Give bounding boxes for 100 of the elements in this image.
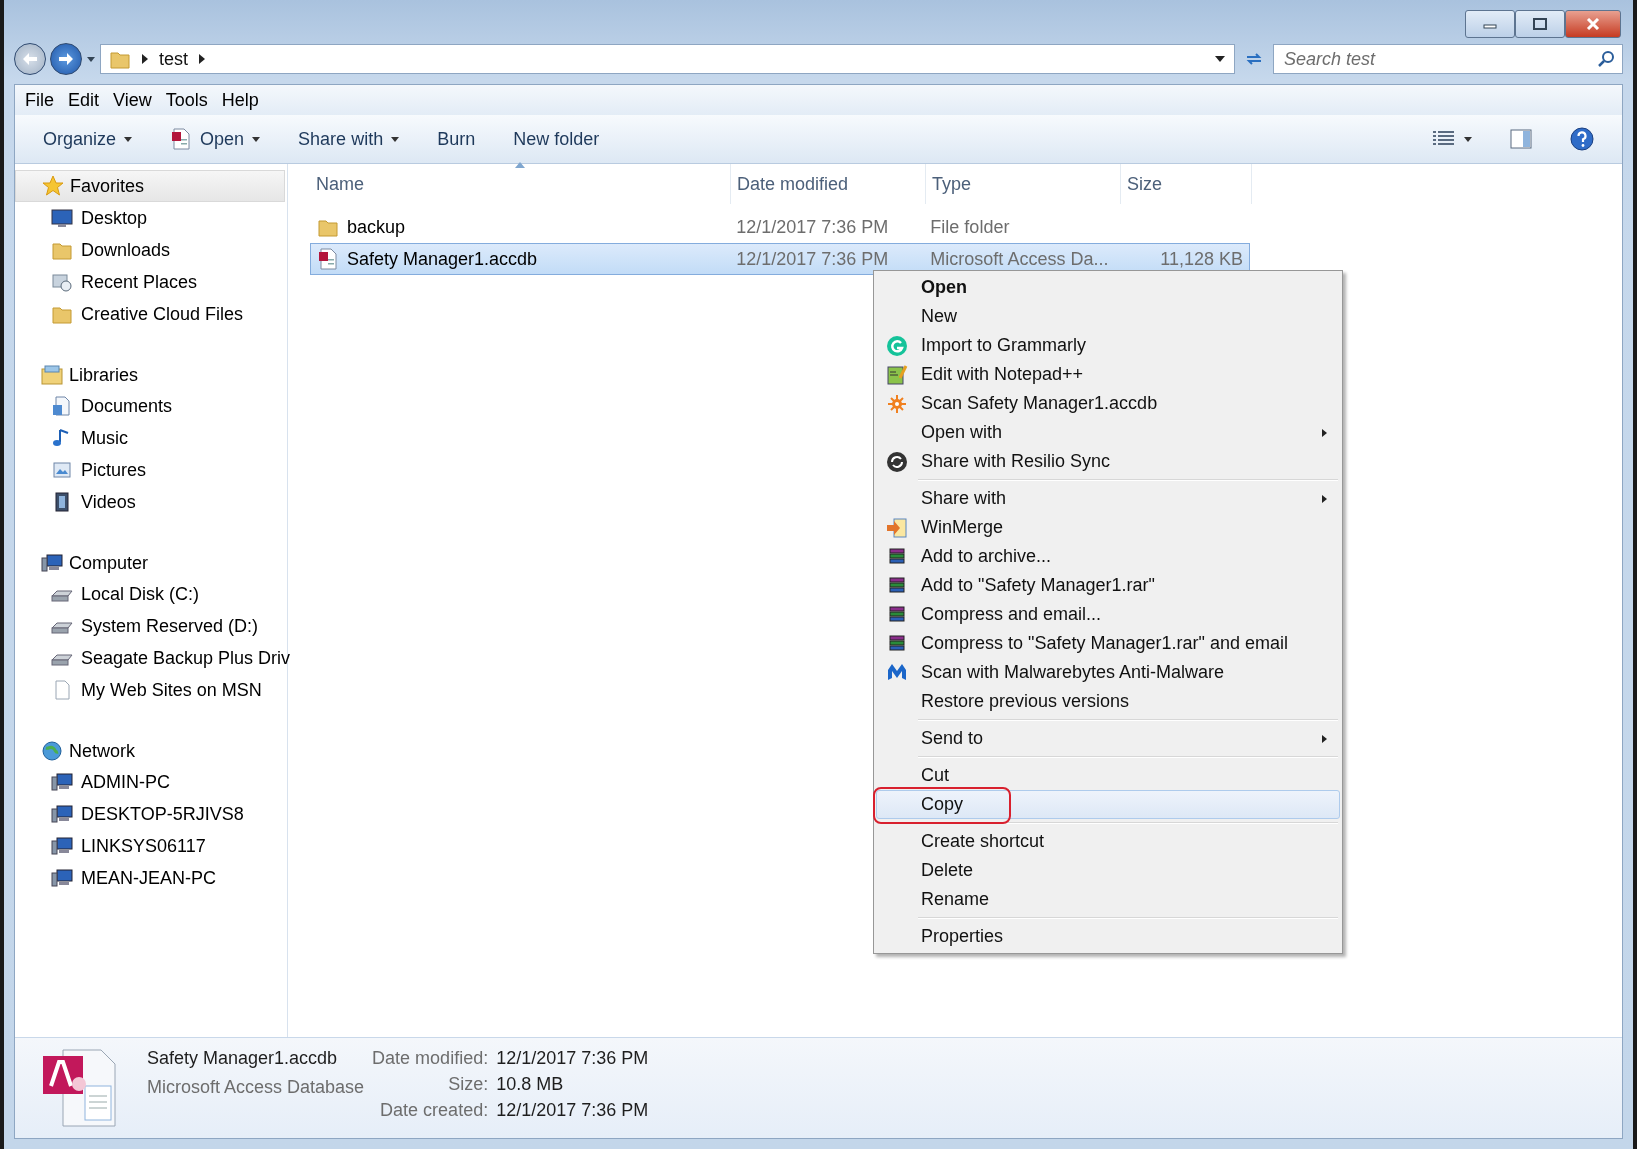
menu-item[interactable]: Send to [876,724,1340,753]
menu-item[interactable]: Compress and email... [876,600,1340,629]
refresh-icon [1245,51,1263,67]
nav-item[interactable]: Recent Places [15,266,287,298]
menu-item[interactable]: File [19,89,60,111]
menu-item[interactable]: WinMerge [876,513,1340,542]
property-label: Date created: [379,1100,489,1121]
nav-item[interactable]: Music [15,422,287,454]
forward-arrow-icon [58,52,74,66]
monitor-icon [51,207,73,229]
nav-item[interactable]: LINKSYS06117 [15,830,287,862]
menu-item[interactable]: New [876,302,1340,331]
menu-item[interactable]: Edit with Notepad++ [876,360,1340,389]
list-view-icon [1432,130,1456,148]
dropdown-arrow-icon[interactable] [1214,55,1226,63]
property-value: 12/1/2017 7:36 PM [496,1100,649,1121]
nav-group-header[interactable]: Favorites [15,170,285,202]
address-bar[interactable]: test [100,44,1235,74]
property-label: Date modified: [372,1048,489,1069]
menu-item[interactable]: Compress to "Safety Manager1.rar" and email [876,629,1340,658]
toolbar-button[interactable]: New folder [503,122,610,156]
menu-item[interactable]: Help [215,89,265,111]
menu-item[interactable]: Edit [62,89,106,111]
column-header[interactable]: Name [310,164,731,204]
menu-item[interactable]: Share with Resilio Sync [876,447,1340,476]
access-file-icon [170,128,193,150]
menu-item[interactable]: Restore previous versions [876,687,1340,716]
menu-item[interactable]: Delete [876,856,1340,885]
menu-item[interactable]: Create shortcut [876,827,1340,856]
search-icon [1597,50,1615,68]
menu-item[interactable]: Properties [876,922,1340,951]
toolbar-button[interactable]: Burn [427,122,486,156]
merge-icon [886,516,908,539]
computer-icon [51,867,73,889]
search-field[interactable]: Search test [1273,44,1623,74]
menu-item[interactable]: Rename [876,885,1340,914]
recent-places-icon [51,271,73,293]
toolbar-button[interactable]: Share with [288,122,410,156]
menu-item[interactable]: Scan Safety Manager1.accdb [876,389,1340,418]
menu-item[interactable]: Open with [876,418,1340,447]
nav-group-header[interactable]: Computer [15,548,287,578]
toolbar-button[interactable]: Open [160,122,271,156]
nav-item[interactable]: My Web Sites on MSN [15,674,287,706]
menu-item[interactable]: Add to archive... [876,542,1340,571]
nav-item[interactable]: System Reserved (D:) [15,610,287,642]
close-icon [1586,18,1600,30]
type-cell-text: File folder [929,216,1011,238]
nav-item[interactable]: Desktop [15,202,287,234]
nav-item[interactable]: ADMIN-PC [15,766,287,798]
computer-icon [41,552,63,574]
column-header[interactable]: Size [1121,164,1252,204]
nav-item[interactable]: Local Disk (C:) [15,578,287,610]
column-header[interactable]: Type [926,164,1121,204]
preview-pane-icon [1510,129,1532,149]
nav-item[interactable]: Creative Cloud Files [15,298,287,330]
column-header[interactable]: Date modified [731,164,926,204]
type-cell-text: Microsoft Access Da... [929,248,1110,270]
nav-item[interactable]: MEAN-JEAN-PC [15,862,287,894]
menu-item[interactable]: Cut [876,761,1340,790]
caret-icon [1464,136,1472,142]
breadcrumb-item[interactable]: test [159,48,188,70]
submenu-arrow-icon [1322,428,1327,437]
sort-arrow-icon [515,162,525,168]
nav-group-header[interactable]: Libraries [15,360,287,390]
nav-item[interactable]: Pictures [15,454,287,486]
menu-item[interactable]: Add to "Safety Manager1.rar" [876,571,1340,600]
minimize-button[interactable] [1465,10,1515,38]
computer-icon [51,803,73,825]
file-row[interactable]: backup 12/1/2017 7:36 PM File folder [310,211,1250,243]
toolbar-button[interactable]: Organize [33,122,143,156]
menu-item[interactable]: Scan with Malwarebytes Anti-Malware [876,658,1340,687]
close-button[interactable] [1565,10,1621,38]
computer-icon [51,835,73,857]
menu-item[interactable]: Open [876,273,1340,302]
document-icon [51,395,73,417]
nav-item[interactable]: Documents [15,390,287,422]
dropdown-arrow-icon[interactable] [86,55,96,63]
sync-icon [886,450,908,473]
file-type: Microsoft Access Database [147,1077,365,1098]
file-row[interactable]: Safety Manager1.accdb 12/1/2017 7:36 PM Microsoft Access Da... 11,128 KB [310,243,1250,275]
property-value: 12/1/2017 7:36 PM [496,1048,649,1069]
date-cell-text: 12/1/2017 7:36 PM [735,216,890,238]
nav-item[interactable]: Downloads [15,234,287,266]
maximize-icon [1533,18,1547,30]
property-label: Size: [447,1074,489,1095]
back-button[interactable] [14,43,46,75]
maximize-button[interactable] [1515,10,1565,38]
picture-icon [51,459,73,481]
menu-item[interactable]: Import to Grammarly [876,331,1340,360]
file-name: backup [347,216,406,238]
access-file-icon [317,248,339,270]
forward-button[interactable] [50,43,82,75]
menu-item[interactable]: View [107,89,158,111]
menu-item[interactable]: Tools [159,89,214,111]
nav-group-header[interactable]: Network [15,736,287,766]
library-icon [41,364,63,386]
menu-item[interactable]: Share with [876,484,1340,513]
nav-item[interactable]: DESKTOP-5RJIVS8 [15,798,287,830]
file-name: Safety Manager1.accdb [147,1048,339,1069]
nav-item[interactable]: Videos [15,486,287,518]
